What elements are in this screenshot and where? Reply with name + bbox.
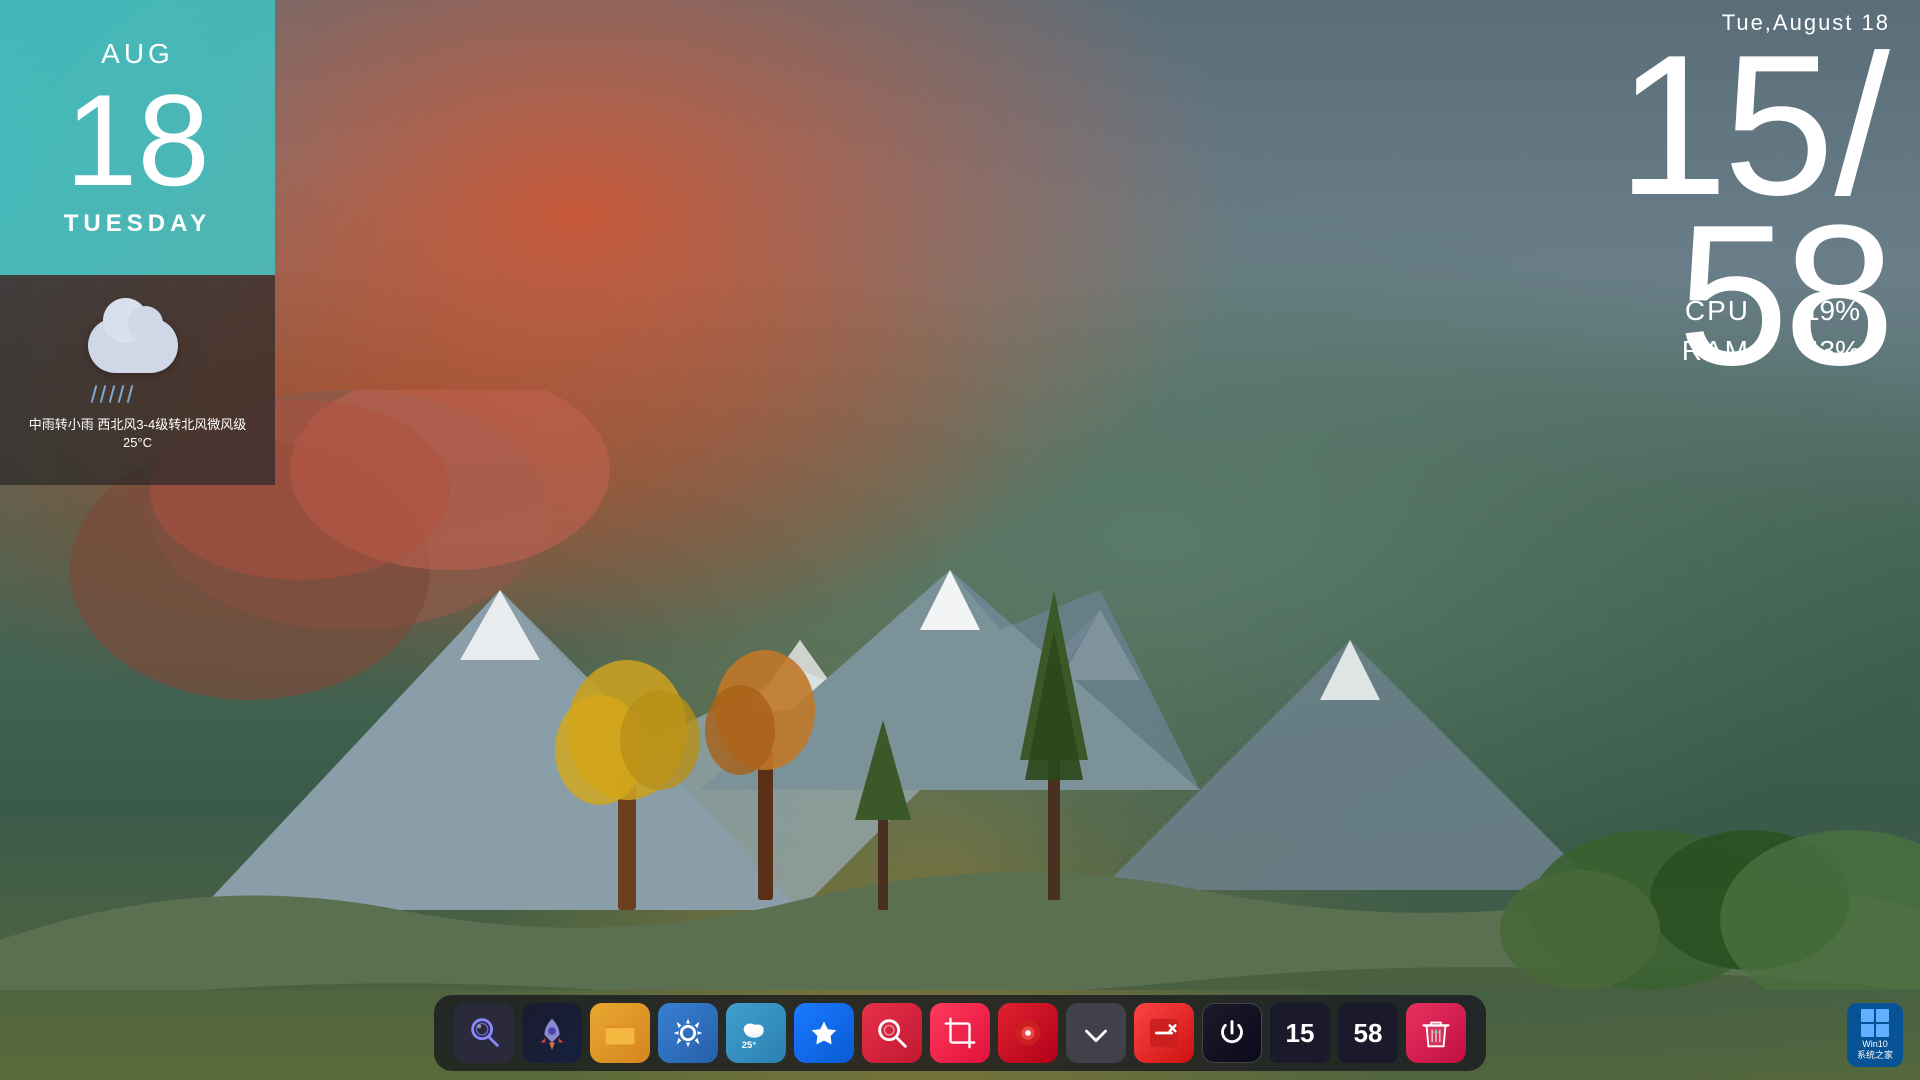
- win-logo-inner: Win10 系统之家: [1847, 1003, 1903, 1067]
- dock-icon-crop[interactable]: [930, 1003, 990, 1063]
- dock-icon-trash[interactable]: [1406, 1003, 1466, 1063]
- dock-icon-clock-minutes[interactable]: 58: [1338, 1003, 1398, 1063]
- dock-icon-settings[interactable]: [658, 1003, 718, 1063]
- dock-icon-appstore[interactable]: [794, 1003, 854, 1063]
- dock-icon-more[interactable]: [1066, 1003, 1126, 1063]
- cpu-row: CPU 19%: [1682, 295, 1860, 327]
- rain-icon: [93, 385, 131, 403]
- weather-description: 中雨转小雨 西北风3-4级转北风微风级 25°C: [15, 416, 260, 452]
- dock-icon-weather[interactable]: 25°: [726, 1003, 786, 1063]
- dock-minutes-digit: 58: [1354, 1020, 1383, 1046]
- dock-icon-record[interactable]: [998, 1003, 1058, 1063]
- ram-row: RAM 43%: [1682, 335, 1860, 367]
- dock-icon-calc[interactable]: [1134, 1003, 1194, 1063]
- windows-flag-icon: [1861, 1009, 1889, 1037]
- win-text-line2: 系统之家: [1857, 1050, 1893, 1061]
- sysinfo-widget: CPU 19% RAM 43%: [1682, 295, 1860, 375]
- svg-text:25°: 25°: [742, 1040, 757, 1051]
- cpu-label: CPU: [1685, 295, 1750, 327]
- calendar-weekday: TUESDAY: [64, 210, 211, 238]
- dock-hours-digit: 15: [1286, 1020, 1315, 1046]
- landscape-illustration: [0, 390, 1920, 990]
- dock-icon-power[interactable]: [1202, 1003, 1262, 1063]
- weather-widget: 中雨转小雨 西北风3-4级转北风微风级 25°C: [0, 275, 275, 485]
- calendar-day: 18: [65, 75, 210, 205]
- ram-value: 43%: [1780, 335, 1860, 367]
- dock-icon-folder[interactable]: [590, 1003, 650, 1063]
- ram-label: RAM: [1682, 335, 1750, 367]
- win-text-line1: Win10: [1862, 1039, 1888, 1050]
- dock: 25°: [434, 995, 1486, 1071]
- weather-icon: [78, 308, 198, 408]
- windows-branding: Win10 系统之家: [1835, 995, 1915, 1075]
- cpu-value: 19%: [1780, 295, 1860, 327]
- dock-icon-rocket[interactable]: [522, 1003, 582, 1063]
- dock-icon-clock-hours[interactable]: 15: [1270, 1003, 1330, 1063]
- calendar-month: AUG: [101, 38, 174, 70]
- dock-icon-spy[interactable]: [454, 1003, 514, 1063]
- calendar-widget: AUG 18 TUESDAY: [0, 0, 275, 275]
- taskbar: 25°: [0, 990, 1920, 1080]
- cloud-icon: [88, 318, 178, 373]
- dock-icon-search[interactable]: [862, 1003, 922, 1063]
